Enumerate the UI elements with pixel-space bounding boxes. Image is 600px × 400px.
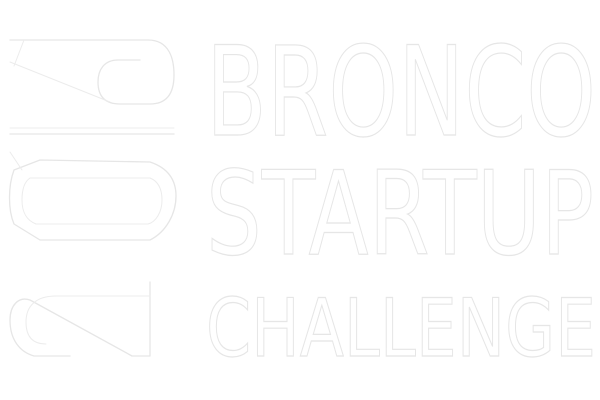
year-mark: [8, 39, 177, 357]
svg-text:CHALLENGE: CHALLENGE: [206, 282, 596, 375]
svg-text:BRONCO: BRONCO: [206, 21, 596, 165]
bronco-word: BRONCO: [205, 20, 596, 165]
bronco-startup-challenge-logo: BRONCO STARTUP CHALLENGE: [8, 20, 597, 376]
logo-canvas: 2016 BRONCO STARTUP CHALLENGE BRONCO STA…: [0, 0, 600, 400]
svg-text:STARTUP: STARTUP: [206, 147, 594, 282]
challenge-word: CHALLENGE: [205, 281, 596, 375]
startup-word: STARTUP: [205, 146, 594, 282]
